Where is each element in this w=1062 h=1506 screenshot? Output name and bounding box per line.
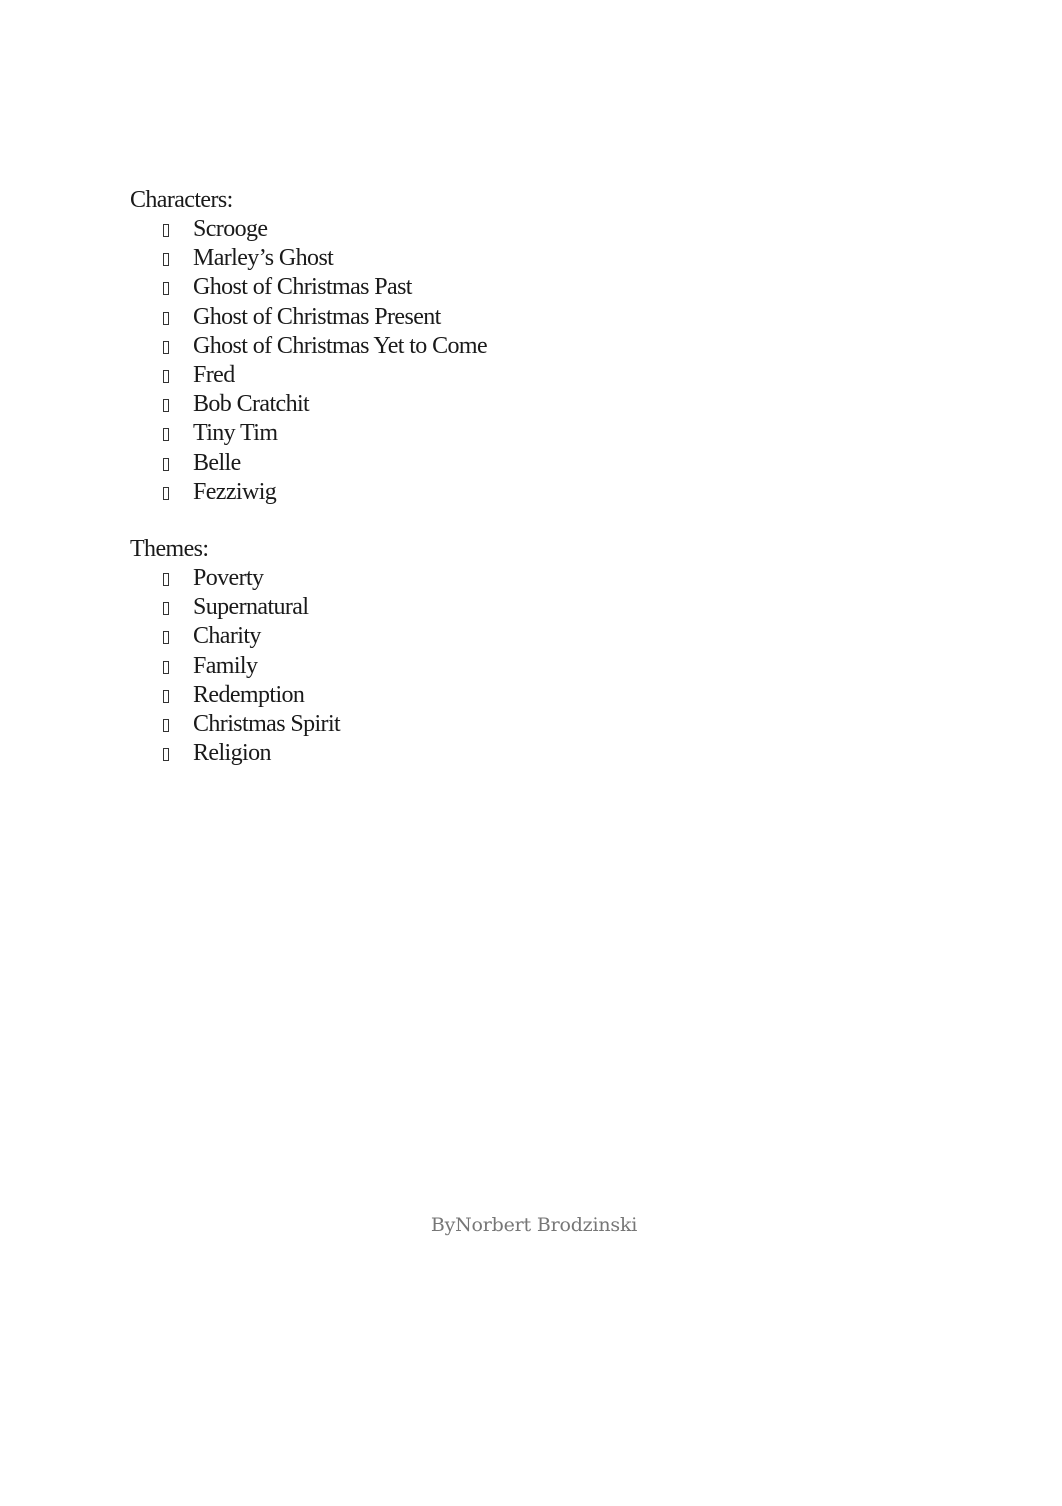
list-item: Supernatural <box>130 593 309 622</box>
list-item-text: Poverty <box>193 565 264 591</box>
list-item: Fezziwig <box>130 478 277 507</box>
list-item-text: Ghost of Christmas Yet to Come <box>193 332 488 359</box>
bullet-icon <box>163 602 169 616</box>
list-item-text: Supernatural <box>193 594 309 621</box>
list-item-text: Charity <box>193 623 261 650</box>
bullet-icon <box>163 631 169 645</box>
list-item-text: Tiny Tim <box>193 420 278 447</box>
list-item: Bob Cratchit <box>130 390 310 419</box>
list-item-text: Fred <box>193 361 235 388</box>
bullet-icon <box>163 311 169 325</box>
bullet-icon <box>163 748 169 762</box>
list-item: Ghost of Christmas Yet to Come <box>130 332 488 361</box>
list-item: Redemption <box>130 681 305 710</box>
list-item-text: Fezziwig <box>193 478 277 505</box>
characters-section: Characters: Scrooge Marley’s Ghost Ghost… <box>130 186 488 507</box>
list-item: Charity <box>130 622 261 651</box>
list-item-text: Scrooge <box>193 216 268 242</box>
list-item: Fred <box>130 361 235 390</box>
list-item: Religion <box>130 739 271 768</box>
bullet-icon <box>163 660 169 674</box>
bullet-icon <box>163 573 169 586</box>
list-item-text: Ghost of Christmas Past <box>193 274 412 301</box>
bullet-icon <box>163 486 169 500</box>
list-item-text: Christmas Spirit <box>193 710 341 737</box>
characters-list: Scrooge Marley’s Ghost Ghost of Christma… <box>130 215 488 507</box>
bullet-icon <box>163 718 169 732</box>
list-item-text: Family <box>193 652 258 679</box>
list-item: Poverty <box>130 564 264 593</box>
themes-list: Poverty Supernatural Charity Family Rede… <box>130 564 341 768</box>
bullet-icon <box>163 282 169 296</box>
bullet-icon <box>163 253 169 267</box>
bullet-icon <box>163 399 169 413</box>
list-item: Christmas Spirit <box>130 710 341 739</box>
list-item-text: Ghost of Christmas Present <box>193 303 441 330</box>
themes-heading: Themes: <box>130 536 209 562</box>
list-item-text: Bob Cratchit <box>193 391 310 418</box>
list-item-text: Religion <box>193 740 271 767</box>
author-footer: ByNorbert Brodzinski <box>0 1211 1062 1239</box>
list-item-text: Belle <box>193 449 241 476</box>
list-item: Tiny Tim <box>130 419 278 448</box>
author-credit: ByNorbert Brodzinski <box>430 1214 638 1236</box>
bullet-icon <box>163 224 169 237</box>
bullet-icon <box>163 369 169 383</box>
list-item: Belle <box>130 449 241 478</box>
bullet-icon <box>163 457 169 471</box>
bullet-icon <box>163 689 169 703</box>
list-item-text: Redemption <box>193 681 305 708</box>
bullet-icon <box>163 428 169 442</box>
document-page: Characters: Scrooge Marley’s Ghost Ghost… <box>0 0 1062 1506</box>
list-item: Ghost of Christmas Present <box>130 303 441 332</box>
themes-section: Themes: Poverty Supernatural Charity Fam… <box>130 535 341 768</box>
list-item: Scrooge <box>130 215 268 244</box>
list-item: Marley’s Ghost <box>130 244 334 273</box>
bullet-icon <box>163 340 169 354</box>
list-item: Family <box>130 652 258 681</box>
characters-heading: Characters: <box>130 187 233 213</box>
list-item: Ghost of Christmas Past <box>130 273 412 302</box>
list-item-text: Marley’s Ghost <box>193 245 334 272</box>
